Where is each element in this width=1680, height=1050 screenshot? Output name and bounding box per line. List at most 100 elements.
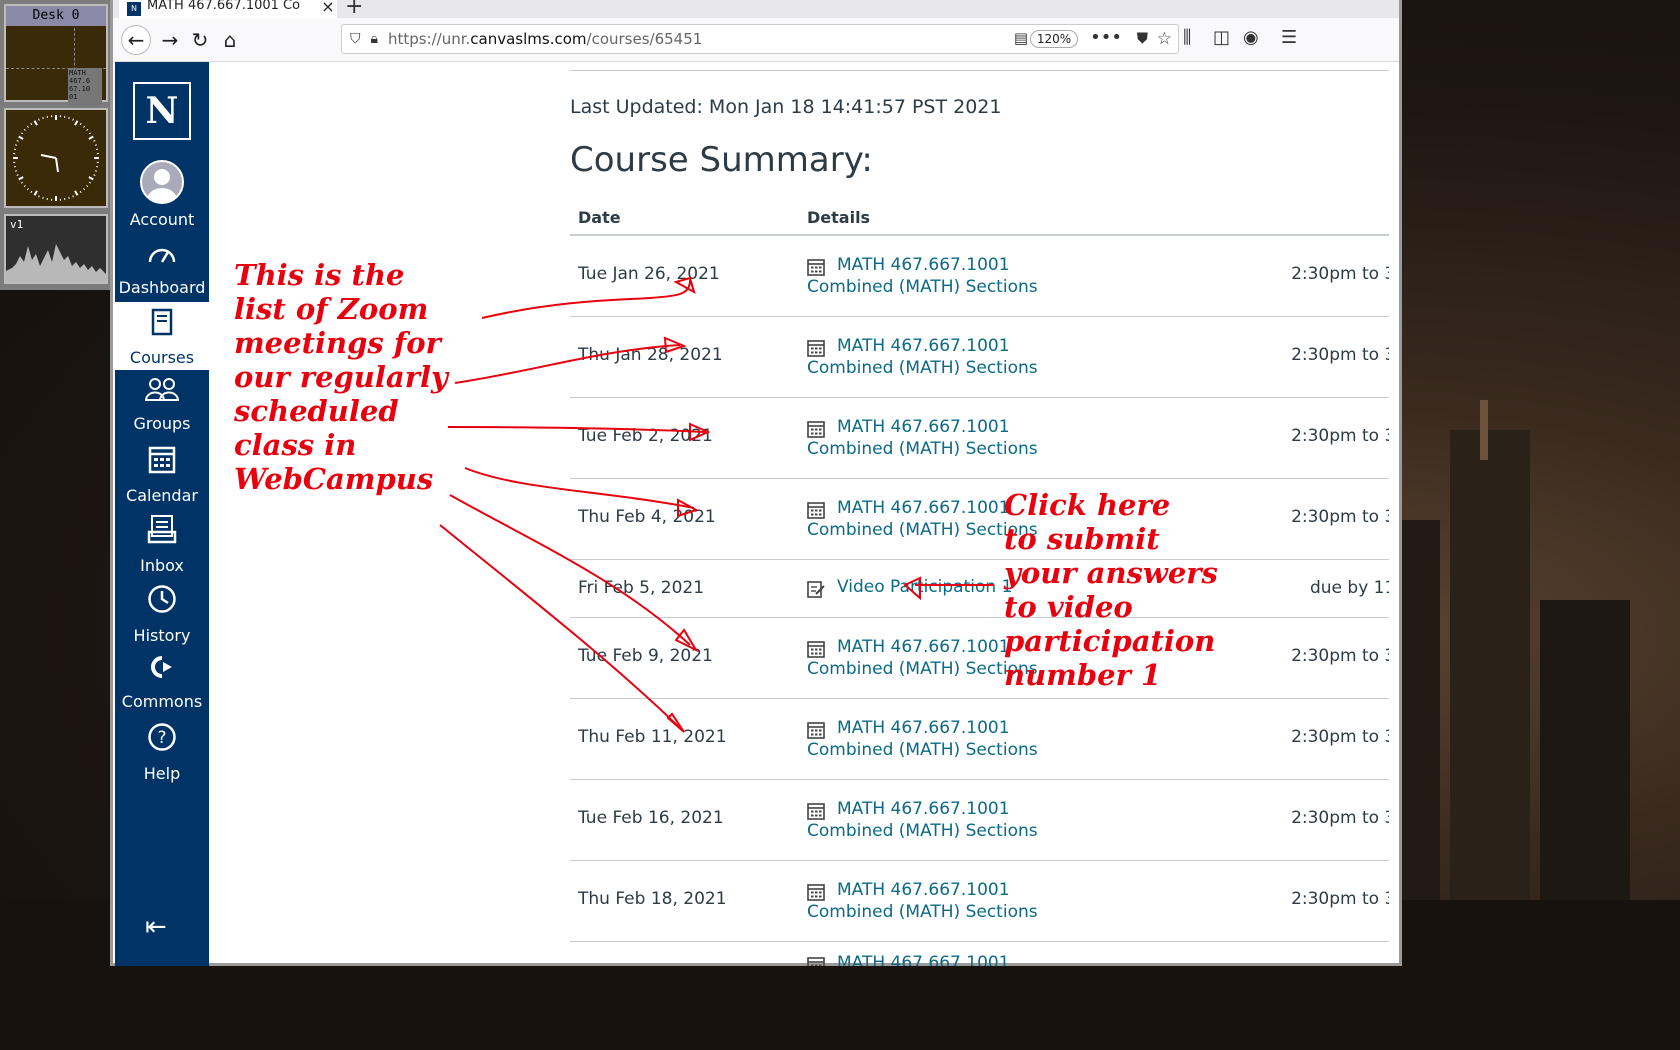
event-time: 2:30pm to 3:45pm	[1291, 264, 1389, 284]
sidebar-item-label: Commons	[121, 692, 203, 711]
workspace-pager[interactable]: Desk 0 MATH 467.6 67.10 01	[4, 4, 108, 106]
sidebar-item-account[interactable]: Account	[115, 160, 209, 232]
event-time: due by 11:59pm	[1309, 578, 1389, 598]
event-link[interactable]: MATH 467.667.1001 Combined	[807, 952, 1087, 966]
groups-people-icon	[115, 376, 209, 410]
event-link[interactable]: MATH 467.667.1001 Combined (MATH) Sectio…	[807, 416, 1087, 460]
sidebar-item-groups[interactable]: Groups	[115, 376, 209, 434]
menu-icon[interactable]: ☰	[1281, 27, 1297, 48]
new-tab-button[interactable]: +	[345, 0, 363, 18]
history-clock-icon	[115, 584, 209, 622]
event-link[interactable]: MATH 467.667.1001 Combined (MATH) Sectio…	[807, 879, 1087, 923]
sidebar-item-label: History	[133, 626, 191, 645]
table-row: Thu Feb 4, 2021 MATH 467.667.1001 Combine…	[570, 479, 1389, 560]
collapse-nav-icon[interactable]: ⇤	[145, 912, 167, 942]
table-row: Thu Feb 18, 2021 MATH 467.667.1001 Combin…	[570, 861, 1389, 942]
cpu-monitor-widget: v1	[4, 214, 108, 284]
event-link[interactable]: MATH 467.667.1001 Combined (MATH) Sectio…	[807, 335, 1087, 379]
table-row: Tue Feb 16, 2021 MATH 467.667.1001 Combin…	[570, 780, 1389, 861]
last-updated-text: Last Updated: Mon Jan 18 14:41:57 PST 20…	[570, 96, 1002, 118]
course-content: Last Updated: Mon Jan 18 14:41:57 PST 20…	[209, 62, 1389, 966]
zoom-level-badge[interactable]: 120%	[1030, 30, 1078, 48]
calendar-icon	[115, 444, 209, 482]
lock-icon[interactable]: 🔒︎	[371, 31, 378, 47]
event-time: 2:30pm to 3:45pm	[1291, 889, 1389, 909]
back-button[interactable]: ←	[121, 25, 151, 55]
event-date: Tue Feb 9, 2021	[578, 646, 713, 666]
table-row: Tue Feb 2, 2021 MATH 467.667.1001 Combine…	[570, 398, 1389, 479]
sidebar-item-label: Account	[129, 210, 195, 229]
event-time: 2:30pm to 3:45pm	[1291, 727, 1389, 747]
clock-widget	[4, 108, 108, 208]
url-text[interactable]: https://unr.canvaslms.com/courses/65451	[388, 30, 702, 48]
sidebar-item-inbox[interactable]: Inbox	[115, 514, 209, 576]
account-icon[interactable]: ◉	[1243, 27, 1259, 48]
sidebar-item-calendar[interactable]: Calendar	[115, 444, 209, 506]
event-link[interactable]: MATH 467.667.1001 Combined (MATH) Sectio…	[807, 497, 1087, 541]
table-header: Date Details	[570, 202, 1389, 236]
sidebar-item-dashboard[interactable]: Dashboard	[115, 240, 209, 298]
table-row: MATH 467.667.1001 Combined	[570, 942, 1389, 966]
sidebar-item-history[interactable]: History	[115, 584, 209, 646]
assignment-link[interactable]: Video Participation 1	[807, 576, 1087, 598]
event-date: Thu Feb 4, 2021	[578, 507, 716, 527]
dashboard-gauge-icon	[115, 240, 209, 274]
tab-course[interactable]: N MATH 467.667.1001 Co ×	[119, 0, 337, 18]
sidebar-item-label: Help	[143, 764, 181, 783]
tab-bar: N MATH 467.667.1001 Co × +	[113, 0, 1399, 18]
event-link[interactable]: MATH 467.667.1001 Combined (MATH) Sectio…	[807, 717, 1087, 761]
svg-text:?: ?	[157, 728, 166, 748]
more-actions-icon[interactable]: •••	[1090, 27, 1122, 48]
event-date: Tue Jan 26, 2021	[578, 264, 720, 284]
table-row: Tue Feb 9, 2021 MATH 467.667.1001 Combine…	[570, 618, 1389, 699]
tracking-shield-icon[interactable]: ⛉	[350, 31, 361, 47]
sidebar-item-help[interactable]: ? Help	[115, 722, 209, 784]
clock-face-icon	[13, 115, 99, 201]
course-summary-table: Date Details Tue Jan 26, 2021 MATH 467.66…	[570, 202, 1389, 966]
sidebar-item-label: Calendar	[126, 486, 198, 505]
home-button[interactable]: ⌂	[215, 25, 245, 55]
help-question-icon: ?	[115, 722, 209, 760]
table-row: Thu Feb 11, 2021 MATH 467.667.1001 Combin…	[570, 699, 1389, 780]
event-link[interactable]: MATH 467.667.1001 Combined (MATH) Sectio…	[807, 798, 1087, 842]
event-time: 2:30pm to 3:45pm	[1291, 507, 1389, 527]
event-date: Thu Feb 11, 2021	[578, 727, 727, 747]
pocket-icon[interactable]: ⛊	[1137, 29, 1148, 47]
reader-view-icon[interactable]: ▤	[1014, 29, 1028, 47]
reload-button[interactable]: ↻	[185, 25, 215, 55]
table-row: Tue Jan 26, 2021 MATH 467.667.1001 Combin…	[570, 236, 1389, 317]
event-link[interactable]: MATH 467.667.1001 Combined (MATH) Sectio…	[807, 636, 1087, 680]
courses-book-icon	[115, 308, 209, 344]
bookmark-star-icon[interactable]: ☆	[1157, 29, 1172, 49]
event-time: 2:30pm to 3:45pm	[1291, 426, 1389, 446]
address-bar[interactable]: ⛉ 🔒︎ https://unr.canvaslms.com/courses/6…	[341, 24, 1179, 54]
sidebar-item-courses[interactable]: Courses	[115, 302, 209, 370]
column-header-details: Details	[807, 208, 871, 227]
sidebar-toggle-icon[interactable]: ◫	[1213, 27, 1230, 48]
commons-share-icon	[115, 654, 209, 688]
sidebar-item-label: Dashboard	[118, 278, 206, 297]
event-date: Tue Feb 2, 2021	[578, 426, 713, 446]
column-header-date: Date	[578, 208, 621, 227]
event-link[interactable]: MATH 467.667.1001 Combined (MATH) Sectio…	[807, 254, 1087, 298]
canvas-favicon-icon: N	[127, 2, 141, 16]
event-date: Thu Jan 28, 2021	[578, 345, 723, 365]
event-time: 2:30pm to 3:45pm	[1291, 808, 1389, 828]
library-icon[interactable]: ⫼	[1183, 27, 1191, 48]
close-tab-icon[interactable]: ×	[319, 0, 337, 16]
forward-button[interactable]: →	[155, 25, 185, 55]
avatar-icon	[140, 160, 184, 204]
desktop-dock: Desk 0 MATH 467.6 67.10 01 v1	[0, 0, 112, 290]
event-time: 2:30pm to 3:45pm	[1291, 646, 1389, 666]
tab-title: MATH 467.667.1001 Co	[147, 0, 301, 13]
divider	[569, 70, 1389, 71]
sidebar-item-label: Inbox	[140, 556, 184, 575]
event-date: Thu Feb 18, 2021	[578, 889, 727, 909]
sidebar-item-commons[interactable]: Commons	[115, 654, 209, 712]
cpu-graph-icon	[6, 244, 106, 282]
table-row: Fri Feb 5, 2021 Video Participation 1 due …	[570, 560, 1389, 618]
university-logo[interactable]: N	[133, 82, 191, 140]
event-time: 2:30pm to 3:45pm	[1291, 345, 1389, 365]
inbox-icon	[115, 514, 209, 552]
pager-window-preview[interactable]: MATH 467.6 67.10 01	[68, 68, 102, 106]
